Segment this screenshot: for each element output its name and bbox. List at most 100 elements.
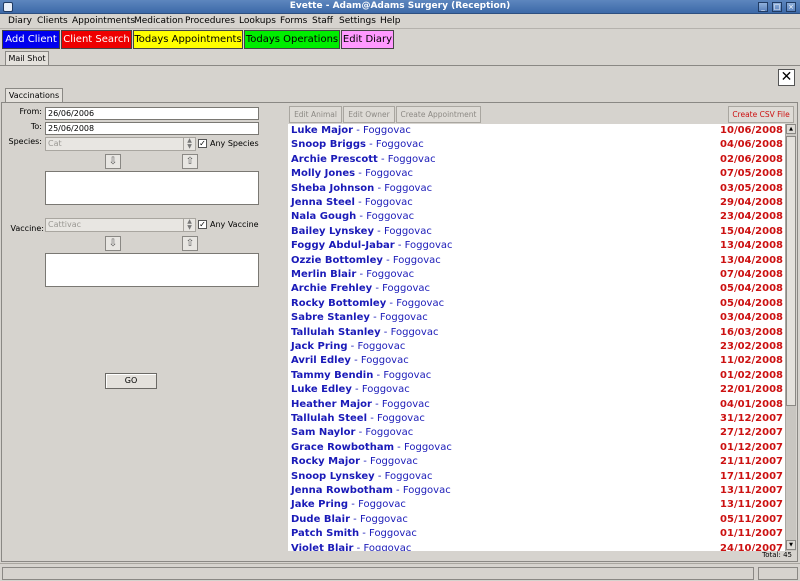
result-row[interactable]: Dude Blair - Foggovac 05/11/2007 (288, 513, 785, 527)
todays-operations-button[interactable]: Todays Operations (244, 30, 340, 49)
add-client-button[interactable]: Add Client (2, 30, 60, 49)
to-date-field[interactable]: 25/06/2008 (45, 122, 259, 135)
scroll-thumb[interactable] (786, 136, 796, 406)
result-date: 04/01/2008 (720, 398, 783, 410)
result-animal-name: Sheba Johnson - Foggovac (291, 182, 433, 194)
result-row[interactable]: Jack Pring - Foggovac 23/02/2008 (288, 340, 785, 354)
spin-icon[interactable]: ▲ ▼ (183, 138, 195, 150)
todays-appointments-button[interactable]: Todays Appointments (133, 30, 243, 49)
result-vaccine: Foggovac (363, 125, 411, 136)
result-animal-name: Archie Frehley - Foggovac (291, 283, 431, 295)
result-row[interactable]: Archie Prescott - Foggovac 02/06/2008 (288, 153, 785, 167)
maximize-icon[interactable]: □ (772, 2, 782, 12)
any-species-label: Any Species (210, 139, 259, 148)
result-date: 01/02/2008 (720, 369, 783, 381)
result-animal-name: Violet Blair - Foggovac (291, 542, 411, 551)
menu-settings[interactable]: Settings (339, 16, 376, 26)
result-row[interactable]: Foggy Abdul-Jabar - Foggovac 13/04/2008 (288, 239, 785, 253)
result-row[interactable]: Ozzie Bottomley - Foggovac 13/04/2008 (288, 254, 785, 268)
tab-mail-shot[interactable]: Mail Shot (5, 51, 49, 65)
result-vaccine: Foggovac (359, 513, 408, 525)
result-vaccine: Foggovac (392, 254, 441, 266)
close-tab-button[interactable]: ✕ (778, 69, 795, 86)
vaccine-select[interactable]: Cattivac ▲ ▼ (45, 218, 196, 232)
species-up-arrow-icon[interactable]: ⇧ (182, 154, 198, 169)
result-date: 21/11/2007 (720, 456, 783, 468)
menu-appointments[interactable]: Appointments (72, 16, 135, 26)
result-row[interactable]: Archie Frehley - Foggovac 05/04/2008 (288, 282, 785, 296)
go-button[interactable]: GO (105, 373, 157, 389)
species-listbox[interactable] (45, 171, 259, 205)
tab-vaccinations[interactable]: Vaccinations (5, 88, 63, 102)
vaccine-down-arrow-icon[interactable]: ⇩ (105, 236, 121, 251)
result-row[interactable]: Molly Jones - Foggovac 07/05/2008 (288, 167, 785, 181)
result-date: 22/01/2008 (720, 384, 783, 396)
result-row[interactable]: Luke Edley - Foggovac 22/01/2008 (288, 383, 785, 397)
any-vaccine-checkbox[interactable]: ✓ (198, 220, 207, 229)
species-down-arrow-icon[interactable]: ⇩ (105, 154, 121, 169)
result-row[interactable]: Sabre Stanley - Foggovac 03/04/2008 (288, 311, 785, 325)
result-row[interactable]: Heather Major - Foggovac 04/01/2008 (288, 398, 785, 412)
result-row[interactable]: Tallulah Steel - Foggovac 31/12/2007 (288, 412, 785, 426)
edit-owner-button[interactable]: Edit Owner (343, 106, 395, 123)
vaccination-results-list[interactable]: Luke Major - Foggovac 10/06/2008 Snoop Bri… (288, 124, 785, 551)
menu-staff[interactable]: Staff (312, 16, 333, 26)
close-window-icon[interactable]: × (786, 2, 796, 12)
quick-button-bar: Add Client Client Search Todays Appointm… (0, 30, 800, 49)
create-appointment-button[interactable]: Create Appointment (396, 106, 481, 123)
result-animal-name: Molly Jones - Foggovac (291, 168, 413, 180)
result-row[interactable]: Jenna Rowbotham - Foggovac 13/11/2007 (288, 484, 785, 498)
edit-animal-button[interactable]: Edit Animal (289, 106, 342, 123)
result-vaccine: Foggovac (375, 139, 424, 151)
result-row[interactable]: Sam Naylor - Foggovac 27/12/2007 (288, 426, 785, 440)
result-row[interactable]: Grace Rowbotham - Foggovac 01/12/2007 (288, 441, 785, 455)
result-animal-name: Luke Edley - Foggovac (291, 384, 410, 396)
result-row[interactable]: Jenna Steel - Foggovac 29/04/2008 (288, 196, 785, 210)
result-vaccine: Foggovac (358, 499, 406, 511)
result-row[interactable]: Tammy Bendin - Foggovac 01/02/2008 (288, 369, 785, 383)
result-row[interactable]: Jake Pring - Foggovac 13/11/2007 (288, 498, 785, 512)
result-row[interactable]: Luke Major - Foggovac 10/06/2008 (288, 124, 785, 138)
menu-diary[interactable]: Diary (8, 16, 32, 26)
scroll-down-icon[interactable]: ▼ (786, 540, 796, 550)
vaccine-listbox[interactable] (45, 253, 259, 287)
results-scrollbar[interactable]: ▲ ▼ (785, 124, 796, 551)
result-row[interactable]: Bailey Lynskey - Foggovac 15/04/2008 (288, 225, 785, 239)
result-row[interactable]: Violet Blair - Foggovac 24/10/2007 (288, 542, 785, 551)
result-vaccine: Foggovac (366, 211, 415, 223)
vaccine-up-arrow-icon[interactable]: ⇧ (182, 236, 198, 251)
result-row[interactable]: Snoop Briggs - Foggovac 04/06/2008 (288, 138, 785, 152)
result-row[interactable]: Nala Gough - Foggovac 23/04/2008 (288, 210, 785, 224)
from-date-field[interactable]: 26/06/2006 (45, 107, 259, 120)
menu-procedures[interactable]: Procedures (185, 16, 235, 26)
scroll-up-icon[interactable]: ▲ (786, 124, 796, 134)
spin-icon[interactable]: ▲ ▼ (183, 219, 195, 231)
client-search-button[interactable]: Client Search (61, 30, 132, 49)
result-vaccine: Foggovac (381, 398, 430, 410)
create-csv-button[interactable]: Create CSV File (728, 106, 794, 123)
result-row[interactable]: Merlin Blair - Foggovac 07/04/2008 (288, 268, 785, 282)
result-date: 13/04/2008 (720, 254, 783, 266)
result-animal-name: Patch Smith - Foggovac (291, 528, 417, 540)
edit-diary-button[interactable]: Edit Diary (341, 30, 394, 49)
result-row[interactable]: Sheba Johnson - Foggovac 03/05/2008 (288, 182, 785, 196)
species-select[interactable]: Cat ▲ ▼ (45, 137, 196, 151)
result-row[interactable]: Rocky Bottomley - Foggovac 05/04/2008 (288, 297, 785, 311)
minimize-icon[interactable]: _ (758, 2, 768, 12)
menu-medication[interactable]: Medication (134, 16, 183, 26)
total-count: Total: 45 (762, 551, 792, 559)
result-date: 05/11/2007 (720, 513, 783, 525)
result-animal-name: Archie Prescott - Foggovac (291, 153, 436, 165)
result-row[interactable]: Snoop Lynskey - Foggovac 17/11/2007 (288, 470, 785, 484)
any-species-checkbox[interactable]: ✓ (198, 139, 207, 148)
result-animal-name: Heather Major - Foggovac (291, 398, 430, 410)
menu-lookups[interactable]: Lookups (239, 16, 276, 26)
menu-clients[interactable]: Clients (37, 16, 68, 26)
menu-forms[interactable]: Forms (280, 16, 307, 26)
result-row[interactable]: Tallulah Stanley - Foggovac 16/03/2008 (288, 326, 785, 340)
menu-help[interactable]: Help (380, 16, 401, 26)
result-animal-name: Jack Pring - Foggovac (291, 341, 406, 352)
result-row[interactable]: Patch Smith - Foggovac 01/11/2007 (288, 527, 785, 541)
result-row[interactable]: Avril Edley - Foggovac 11/02/2008 (288, 354, 785, 368)
result-row[interactable]: Rocky Major - Foggovac 21/11/2007 (288, 455, 785, 469)
